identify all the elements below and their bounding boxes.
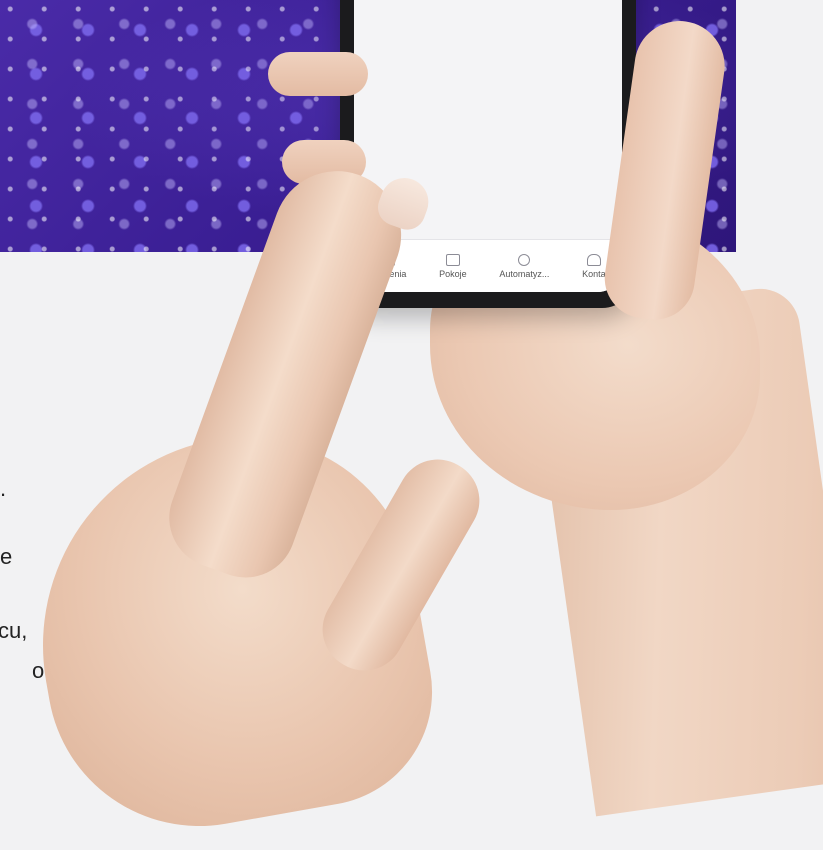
tab-accounts-label: Konta [582,268,606,279]
tab-rooms[interactable]: Pokoje [439,253,467,279]
tab-automations-label: Automatyz... [499,268,550,279]
home-icon [586,253,601,266]
rooms-icon [445,253,460,266]
automation-gears-icon [518,253,531,266]
right-hand-finger-1 [268,52,368,96]
tab-automations[interactable]: Automatyz... [499,253,550,279]
side-text-line-1: . [0,476,7,501]
tab-accounts[interactable]: Konta [582,253,606,279]
side-text-line-2: e [0,544,13,569]
tab-rooms-label: Pokoje [439,268,467,279]
